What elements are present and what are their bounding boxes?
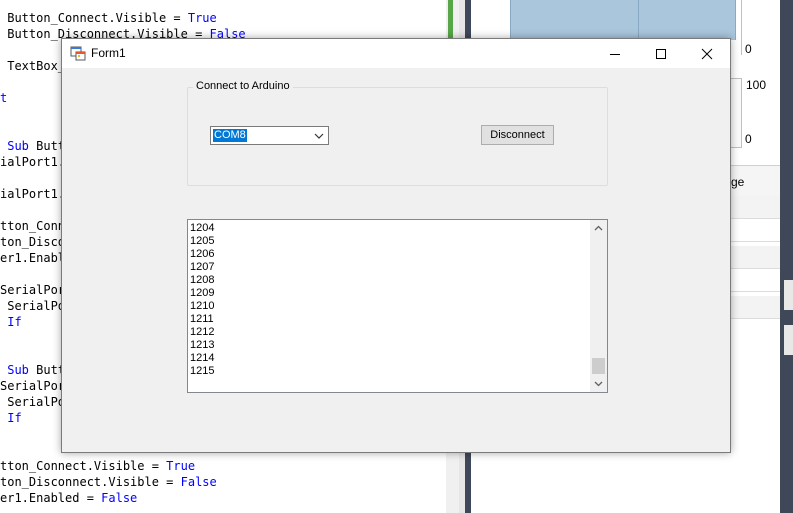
title-bar[interactable]: Form1 bbox=[62, 39, 730, 68]
code-line: ton_Disco bbox=[0, 234, 65, 250]
code-line: er1.Enabl bbox=[0, 250, 65, 266]
gauge-min-label: 0 bbox=[745, 132, 752, 146]
code-keyword: False bbox=[180, 475, 217, 489]
code-line: ialPort1. bbox=[0, 154, 65, 170]
scroll-down-button[interactable] bbox=[590, 375, 607, 392]
combo-selected-value: COM8 bbox=[213, 129, 247, 142]
chart-divider bbox=[638, 0, 639, 40]
property-row[interactable] bbox=[726, 269, 780, 292]
output-line: 1209 bbox=[190, 287, 215, 299]
output-line: 1204 bbox=[190, 222, 215, 234]
code-keyword: If bbox=[7, 411, 22, 425]
code-keyword: True bbox=[187, 11, 217, 25]
change-indicator bbox=[448, 0, 453, 38]
output-line: 1207 bbox=[190, 261, 215, 273]
chart-control bbox=[510, 0, 736, 40]
code-line: SerialPor bbox=[0, 378, 65, 394]
code-line: tton_Connect.Visible = True bbox=[0, 458, 195, 474]
maximize-button[interactable] bbox=[638, 39, 684, 68]
axis-label-zero: 0 bbox=[745, 42, 752, 56]
properties-partial-text: ge bbox=[731, 175, 745, 189]
code-keyword: Sub bbox=[7, 139, 29, 153]
vertical-scrollbar[interactable] bbox=[590, 220, 607, 392]
code-text: ialPort1. bbox=[0, 187, 66, 201]
property-row[interactable] bbox=[726, 196, 780, 219]
output-line: 1211 bbox=[190, 313, 214, 325]
textbox-lines: 1204 1205 1206 1207 1208 1209 1210 1211 1212 1213… bbox=[190, 222, 214, 378]
code-line: t bbox=[0, 90, 7, 106]
output-line: 1213 bbox=[190, 339, 215, 351]
code-keyword: t bbox=[0, 91, 8, 105]
close-icon bbox=[701, 48, 713, 59]
right-panel-edge bbox=[780, 0, 793, 513]
chevron-down-icon bbox=[314, 133, 324, 139]
code-text: TextBox_ bbox=[0, 59, 66, 73]
window-title: Form1 bbox=[91, 46, 126, 60]
output-line: 1210 bbox=[190, 300, 215, 312]
code-line: er1.Enabled = False bbox=[0, 490, 137, 506]
code-text: SerialPor bbox=[0, 379, 66, 393]
output-line: 1212 bbox=[190, 326, 215, 338]
code-line: ton_Disconnect.Visible = False bbox=[0, 474, 217, 490]
serial-output-textbox[interactable]: 1204 1205 1206 1207 1208 1209 1210 1211 1212 1213… bbox=[187, 219, 608, 393]
code-text: Butt bbox=[28, 363, 66, 377]
disconnect-button[interactable]: Disconnect bbox=[481, 125, 554, 145]
code-text: ton_Disconnect.Visible = bbox=[0, 475, 181, 489]
form-icon bbox=[70, 45, 86, 61]
output-line: 1208 bbox=[190, 274, 215, 286]
code-text: SerialPo bbox=[0, 395, 66, 409]
code-keyword: If bbox=[7, 315, 22, 329]
code-keyword: Sub bbox=[7, 363, 29, 377]
property-row[interactable] bbox=[726, 219, 780, 242]
code-line: SerialPo bbox=[0, 394, 65, 410]
code-line: If bbox=[0, 410, 22, 426]
property-row[interactable] bbox=[726, 296, 780, 319]
code-text: SerialPo bbox=[0, 299, 66, 313]
close-button[interactable] bbox=[684, 39, 730, 68]
output-line: 1214 bbox=[190, 352, 215, 364]
chevron-up-icon bbox=[594, 225, 603, 231]
code-text: ton_Disco bbox=[0, 235, 66, 249]
property-row[interactable] bbox=[726, 246, 780, 269]
output-line: 1215 bbox=[190, 365, 215, 377]
output-line: 1206 bbox=[190, 248, 215, 260]
code-text: er1.Enabl bbox=[0, 251, 66, 265]
code-line: Button_Connect.Visible = True bbox=[0, 10, 217, 26]
scroll-up-button[interactable] bbox=[590, 220, 607, 237]
code-text: tton_Connect.Visible = bbox=[0, 459, 167, 473]
chart-axis bbox=[737, 0, 742, 55]
minimize-icon bbox=[610, 53, 620, 55]
code-text: Button_Connect.Visible = bbox=[0, 11, 188, 25]
code-line: TextBox_ bbox=[0, 58, 65, 74]
code-text: Butt bbox=[28, 139, 66, 153]
form1-window: Form1 Connect to Arduino COM8 Disconnect… bbox=[61, 38, 731, 453]
chevron-down-icon bbox=[594, 381, 603, 387]
code-line: Sub Butt bbox=[0, 362, 65, 378]
scroll-thumb[interactable] bbox=[592, 358, 605, 374]
code-line: SerialPor bbox=[0, 282, 65, 298]
gauge-max-label: 100 bbox=[746, 78, 767, 92]
com-port-combo[interactable]: COM8 bbox=[210, 126, 329, 145]
code-line: SerialPo bbox=[0, 298, 65, 314]
groupbox-label: Connect to Arduino bbox=[193, 80, 293, 92]
gauge-control bbox=[730, 78, 742, 148]
code-text: SerialPor bbox=[0, 283, 66, 297]
code-keyword: False bbox=[101, 491, 138, 505]
code-text: ialPort1. bbox=[0, 155, 66, 169]
code-keyword: True bbox=[166, 459, 196, 473]
code-line: If bbox=[0, 314, 22, 330]
code-text: er1.Enabled = bbox=[0, 491, 102, 505]
maximize-icon bbox=[656, 48, 666, 59]
output-line: 1205 bbox=[190, 235, 215, 247]
code-line: Sub Butt bbox=[0, 138, 65, 154]
code-line: ialPort1. bbox=[0, 186, 65, 202]
minimize-button[interactable] bbox=[592, 39, 638, 68]
panel-tab[interactable] bbox=[784, 325, 793, 355]
panel-tab[interactable] bbox=[784, 280, 793, 310]
